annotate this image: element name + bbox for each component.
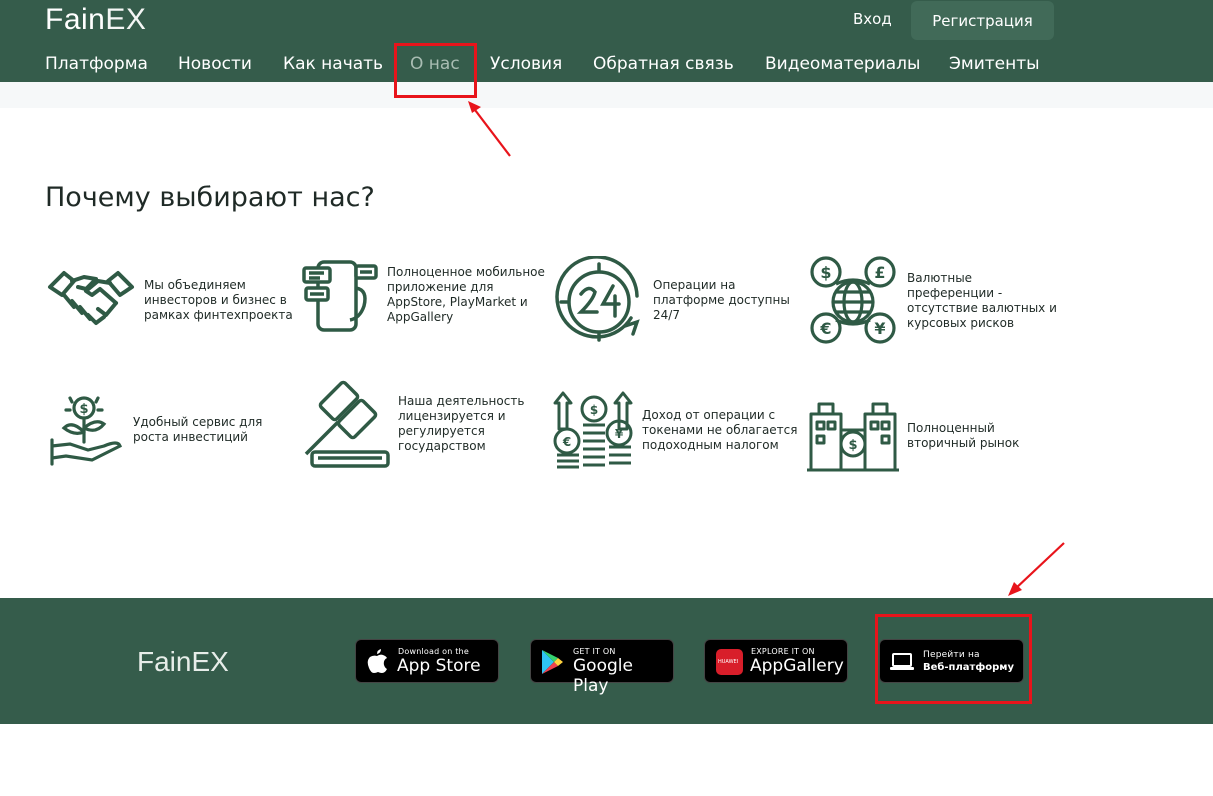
site-header: FainEX Вход Регистрация Платформа Новост… (0, 0, 1213, 82)
currency-globe-icon: $ £ € ¥ (810, 256, 896, 344)
mobile-app-icon (302, 260, 378, 332)
nav-item-news[interactable]: Новости (178, 54, 252, 74)
app-store-big-text: App Store (397, 656, 481, 676)
gavel-icon (304, 380, 390, 468)
apple-icon (367, 649, 387, 673)
feature-text-1: Мы объединяем инвесторов и бизнес в рамк… (144, 278, 293, 322)
svg-text:¥: ¥ (874, 319, 885, 338)
nav-item-platform[interactable]: Платформа (45, 54, 148, 74)
svg-text:$: $ (79, 402, 88, 417)
highlight-box-about (394, 43, 477, 98)
annotation-arrow-up-icon (468, 101, 511, 157)
svg-text:$: $ (590, 403, 598, 417)
login-link[interactable]: Вход (853, 10, 892, 28)
feature-text-4: Валютные преференции - отсутствие валютн… (907, 271, 1057, 330)
feature-text-2: Полноценное мобильное приложение для App… (387, 265, 545, 324)
feature-text-7: Доход от операции с токенами не облагает… (642, 408, 798, 452)
google-play-button[interactable]: GET IT ON Google Play (530, 639, 674, 696)
page-title: Почему выбирают нас? (45, 182, 375, 213)
app-gallery-small-text: EXPLORE IT ON (751, 647, 815, 656)
clock-24-icon (555, 256, 640, 342)
nav-item-videos[interactable]: Видеоматериалы (765, 54, 920, 74)
svg-text:$: $ (820, 263, 831, 282)
svg-text:€: € (562, 435, 571, 449)
logo-part2: EX (105, 3, 147, 36)
google-play-small-text: GET IT ON (573, 647, 616, 656)
app-store-small-text: Download on the (398, 647, 469, 656)
sub-header-bar (0, 82, 1213, 108)
app-gallery-button[interactable]: HUAWEI EXPLORE IT ON AppGallery (704, 639, 848, 683)
highlight-box-web-platform (875, 614, 1032, 704)
svg-text:£: £ (874, 263, 885, 282)
coins-growth-icon: $ € ¥ (553, 391, 633, 469)
svg-text:¥: ¥ (615, 427, 624, 441)
feature-text-3: Операции на платформе доступны 24/7 (653, 278, 790, 322)
google-play-icon (542, 650, 563, 674)
app-store-button[interactable]: Download on the App Store (355, 639, 499, 683)
annotation-arrow-down-icon (1008, 542, 1065, 596)
footer-logo-part2: EX (191, 646, 229, 677)
feature-text-5: Удобный сервис для роста инвестиций (133, 415, 263, 444)
buildings-icon: $ (807, 402, 899, 472)
register-button[interactable]: Регистрация (911, 1, 1054, 40)
feature-text-8: Полноценный вторичный рынок (907, 421, 1020, 450)
svg-text:$: $ (848, 438, 857, 453)
footer-logo[interactable]: FainEX (137, 646, 229, 678)
app-gallery-big-text: AppGallery (750, 656, 844, 676)
huawei-icon: HUAWEI (716, 649, 743, 675)
footer-logo-part1: Fain (137, 646, 192, 677)
growth-plant-icon: $ (50, 396, 122, 466)
nav-item-feedback[interactable]: Обратная связь (593, 54, 734, 74)
logo-part1: Fain (45, 3, 106, 36)
svg-text:€: € (819, 319, 831, 338)
nav-item-how-to-start[interactable]: Как начать (283, 54, 383, 74)
handshake-icon (48, 271, 134, 325)
main-nav: Платформа Новости Как начать О нас Услов… (0, 54, 1213, 82)
google-play-big-text: Google Play (573, 656, 633, 696)
site-logo[interactable]: FainEX (45, 3, 146, 37)
nav-item-issuers[interactable]: Эмитенты (949, 54, 1040, 74)
feature-text-6: Наша деятельность лицензируется и регули… (398, 394, 525, 453)
nav-item-conditions[interactable]: Условия (490, 54, 562, 74)
